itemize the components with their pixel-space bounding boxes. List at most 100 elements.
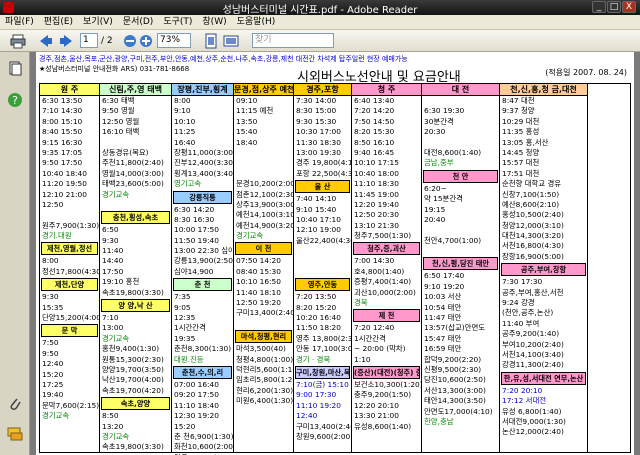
zoom-level-select[interactable]: 73% bbox=[157, 33, 191, 48]
menu-document[interactable]: 문서(D) bbox=[118, 15, 159, 30]
page-up-icon[interactable] bbox=[38, 33, 54, 49]
schedule-line bbox=[422, 96, 499, 106]
schedule-line: 6:50 17:40 bbox=[424, 271, 465, 281]
schedule-line: 7:30 14:00 bbox=[296, 96, 337, 105]
page-total-label: / 2 bbox=[101, 36, 113, 46]
page-down-icon[interactable] bbox=[58, 33, 74, 49]
route-header: 대 전 bbox=[422, 84, 499, 96]
schedule-line: 경기교속 bbox=[236, 231, 264, 241]
help-icon[interactable]: ? bbox=[7, 92, 23, 108]
schedule-line: 경기교속 bbox=[102, 431, 130, 441]
menu-file[interactable]: 파일(F) bbox=[0, 15, 39, 30]
schedule-line: 14:40 bbox=[102, 256, 124, 266]
close-button[interactable]: X bbox=[622, 1, 636, 13]
sub-route-header: (증산)(대전)(청주) 증평 bbox=[353, 365, 420, 379]
document-area[interactable]: 경주,점촌,울산,목포,군산,광양,구미,전주,부안,안동,예천,상주,순천,나… bbox=[30, 52, 640, 455]
schedule-line: 서천14,100(3:40) bbox=[502, 349, 564, 359]
schedule-line: 상주13,900(3:00) bbox=[236, 199, 293, 209]
route-column: 청 주 6:40 13:40 7:20 14:20 7:50 14:50 8:20 15… bbox=[352, 84, 422, 452]
print-icon[interactable] bbox=[10, 33, 26, 49]
minimize-button[interactable]: _ bbox=[592, 1, 606, 13]
schedule-line bbox=[234, 158, 293, 168]
schedule-line: 13:57(삽교)안면도 bbox=[424, 323, 486, 333]
route-column: 경주,포항 7:30 14:00 8:30 15:00 9:30 15:30 10:30… bbox=[294, 84, 352, 452]
timetable-grid: 원 주 6:30 13:50 7:10 14:30 8:00 15:10 8:40 15… bbox=[39, 83, 631, 455]
schedule-line: 6:40 13:40 bbox=[354, 96, 395, 105]
schedule-line: 경기교속 bbox=[42, 411, 70, 421]
schedule-line: 유성 6,800(1:40) bbox=[502, 406, 562, 416]
schedule-line: 청평4,800(1:00) bbox=[236, 354, 293, 364]
schedule-line: 마석3,500(40) bbox=[236, 344, 286, 354]
schedule-line: 9:50 bbox=[42, 348, 59, 358]
schedule-line: 14:45 청양 bbox=[502, 147, 540, 157]
schedule-line: 8:30 15:00 bbox=[296, 106, 337, 116]
schedule-line: 12:50 영월 bbox=[102, 116, 140, 126]
route-header: 문경,점,상주 예천 bbox=[234, 84, 293, 96]
schedule-line: 9:37 청양 bbox=[502, 106, 535, 116]
schedule-line: 12:20 20:10 bbox=[354, 400, 399, 410]
schedule-line: 15:57 대천 bbox=[502, 158, 540, 168]
schedule-line: 춘천8,300(1:30) bbox=[174, 344, 232, 354]
schedule-line: 13:00 22:30 심야 bbox=[174, 246, 233, 256]
schedule-line: 12:50 19:20 bbox=[236, 298, 281, 308]
schedule-line bbox=[234, 148, 293, 158]
schedule-line: 9:30 bbox=[102, 235, 119, 245]
schedule-line: 창원9,600(2:00) bbox=[296, 431, 351, 441]
menu-view[interactable]: 보기(V) bbox=[78, 15, 118, 30]
schedule-line: 신창7,100(1:50) bbox=[502, 189, 560, 199]
sub-route-header: 제천,영월,정선 bbox=[41, 242, 98, 256]
schedule-line: 영월14,000(3:00) bbox=[102, 168, 164, 178]
menu-edit[interactable]: 편집(E) bbox=[39, 15, 78, 30]
schedule-line: 7:35 bbox=[174, 292, 191, 302]
comments-icon[interactable] bbox=[7, 426, 23, 442]
maximize-button[interactable]: □ bbox=[607, 1, 621, 13]
schedule-line: 11:40 bbox=[102, 246, 124, 256]
menu-window[interactable]: 창(W) bbox=[197, 15, 231, 30]
menu-help[interactable]: 도움말(H) bbox=[232, 15, 281, 30]
schedule-line: 괴산10,000(2:00) bbox=[354, 287, 416, 297]
fit-width-icon[interactable] bbox=[223, 33, 239, 49]
schedule-line: 임초리5,800(1:20) bbox=[236, 375, 293, 385]
schedule-line: 대천14,300(3:20) bbox=[502, 231, 564, 241]
schedule-line: 9:05 bbox=[174, 302, 191, 312]
schedule-line bbox=[40, 210, 99, 220]
schedule-line: 6:30 19:30 bbox=[424, 106, 465, 116]
schedule-line: 16:59 태안 bbox=[424, 344, 462, 354]
route-header: 장평,진부,횡계 bbox=[172, 84, 233, 96]
schedule-line: 7:10 bbox=[102, 313, 119, 323]
svg-text:?: ? bbox=[12, 94, 18, 107]
pages-icon[interactable] bbox=[7, 60, 23, 76]
attachment-icon[interactable] bbox=[7, 396, 23, 412]
schedule-line: 보건소10,300(1:20) bbox=[354, 379, 421, 389]
schedule-line: 횡계13,400(3:40) bbox=[174, 168, 233, 178]
schedule-line: 11:45 19:00 bbox=[354, 189, 399, 199]
find-input[interactable]: 찾기 bbox=[252, 33, 334, 48]
schedule-line: 9:10 bbox=[174, 106, 191, 116]
schedule-line: 경기교속 bbox=[102, 189, 130, 199]
schedule-line: 청주7,500(1:30) bbox=[354, 231, 412, 241]
schedule-line: 9:30 bbox=[42, 292, 59, 302]
zoom-in-icon[interactable] bbox=[138, 33, 154, 49]
route-header: 경주,포항 bbox=[294, 84, 351, 96]
fit-page-icon[interactable] bbox=[203, 33, 219, 49]
schedule-line: 9:00 17:30 bbox=[296, 390, 337, 400]
schedule-line: 15:47 태안 bbox=[424, 333, 462, 343]
schedule-line: 19:10 홍천 bbox=[102, 277, 140, 287]
schedule-line: 30분간격 bbox=[424, 116, 454, 126]
schedule-line: 16:10 태백 bbox=[102, 127, 140, 137]
schedule-line: 7:20 20:10 bbox=[502, 385, 543, 395]
zoom-out-icon[interactable] bbox=[122, 33, 138, 49]
navigation-panel: ? bbox=[0, 52, 30, 455]
schedule-line: 1:10 bbox=[354, 354, 371, 364]
schedule-line: 11:50 18:20 bbox=[296, 323, 341, 333]
sub-route-header: 춘천,수,의,리 bbox=[173, 365, 232, 379]
schedule-line: 대원.진등 bbox=[174, 354, 204, 364]
schedule-line: 덕현리5,600(1:10) bbox=[236, 364, 293, 374]
sub-route-header: 문 막 bbox=[41, 324, 98, 338]
schedule-line: 11:35 홍성 bbox=[502, 127, 540, 137]
schedule-line: 8:40 15:50 bbox=[42, 127, 83, 137]
schedule-line bbox=[294, 256, 351, 266]
page-number-input[interactable]: 1 bbox=[80, 33, 98, 48]
schedule-line: 9:40 16:45 bbox=[354, 147, 395, 157]
menu-tools[interactable]: 도구(T) bbox=[158, 15, 197, 30]
